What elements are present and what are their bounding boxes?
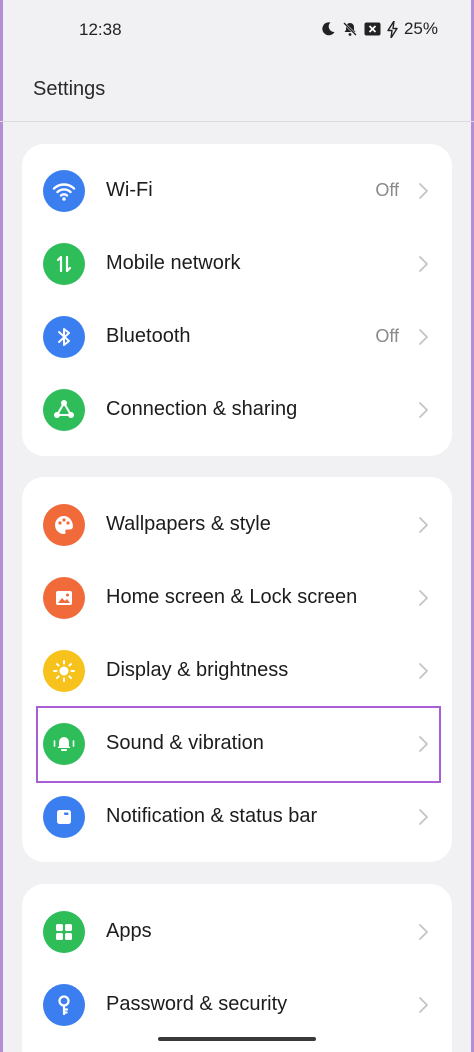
status-icons: 25% xyxy=(320,19,438,39)
settings-item-label: Password & security xyxy=(106,993,288,1015)
settings-item-home-lock-screen[interactable]: Home screen & Lock screen xyxy=(22,561,452,634)
settings-item-connection-sharing[interactable]: Connection & sharing xyxy=(22,373,452,446)
key-icon xyxy=(43,983,85,1026)
apps-grid-icon xyxy=(43,910,85,953)
x-box-icon xyxy=(364,22,381,36)
settings-item-label: Apps xyxy=(106,920,152,942)
bell-vibrate-icon xyxy=(43,722,85,765)
chevron-right-icon xyxy=(419,923,428,940)
wifi-icon xyxy=(43,169,85,212)
status-bar: 12:38 25% xyxy=(0,0,474,60)
settings-item-value: Off xyxy=(375,180,399,200)
chevron-right-icon xyxy=(419,996,428,1013)
home-indicator[interactable] xyxy=(158,1037,316,1041)
bluetooth-icon xyxy=(43,315,85,358)
moon-icon xyxy=(320,21,336,37)
chevron-right-icon xyxy=(419,516,428,533)
settings-item-label: Notification & status bar xyxy=(106,805,318,827)
settings-item-password-security[interactable]: Password & security xyxy=(22,968,452,1041)
settings-item-label: Home screen & Lock screen xyxy=(106,586,358,608)
settings-item-value: Off xyxy=(375,326,399,346)
chevron-right-icon xyxy=(419,255,428,272)
settings-item-mobile-network[interactable]: Mobile network xyxy=(22,227,452,300)
settings-item-label: Wallpapers & style xyxy=(106,513,271,535)
settings-item-label: Mobile network xyxy=(106,252,241,274)
settings-card-apps-security: Apps Password & security xyxy=(22,884,452,1052)
settings-item-wallpapers-style[interactable]: Wallpapers & style xyxy=(22,488,452,561)
chevron-right-icon xyxy=(419,735,428,752)
chevron-right-icon xyxy=(419,589,428,606)
settings-item-bluetooth[interactable]: Bluetooth Off xyxy=(22,300,452,373)
settings-item-label: Display & brightness xyxy=(106,659,289,681)
settings-item-sound-vibration[interactable]: Sound & vibration xyxy=(22,707,452,780)
settings-card-connectivity: Wi-Fi Off Mobile network Bluetooth Off C… xyxy=(22,144,452,456)
chevron-right-icon xyxy=(419,182,428,199)
settings-item-notification-status-bar[interactable]: Notification & status bar xyxy=(22,780,452,853)
settings-item-wifi[interactable]: Wi-Fi Off xyxy=(22,154,452,227)
sun-icon xyxy=(43,649,85,692)
bell-off-icon xyxy=(342,21,358,37)
page-title: Settings xyxy=(33,78,106,100)
connection-sharing-icon xyxy=(43,388,85,431)
mobile-network-icon xyxy=(43,242,85,285)
image-icon xyxy=(43,576,85,619)
chevron-right-icon xyxy=(419,328,428,345)
settings-item-apps[interactable]: Apps xyxy=(22,895,452,968)
settings-item-label: Wi-Fi xyxy=(106,179,153,201)
chevron-right-icon xyxy=(419,808,428,825)
charging-bolt-icon xyxy=(387,20,398,38)
battery-percentage: 25% xyxy=(403,19,438,38)
settings-item-label: Sound & vibration xyxy=(106,732,264,754)
chevron-right-icon xyxy=(419,401,428,418)
status-time: 12:38 xyxy=(79,20,122,39)
settings-item-label: Connection & sharing xyxy=(106,398,298,420)
header: Settings xyxy=(0,60,474,122)
palette-icon xyxy=(43,503,85,546)
settings-item-label: Bluetooth xyxy=(106,325,191,347)
chevron-right-icon xyxy=(419,662,428,679)
settings-item-display-brightness[interactable]: Display & brightness xyxy=(22,634,452,707)
notification-icon xyxy=(43,795,85,838)
settings-card-personalization: Wallpapers & style Home screen & Lock sc… xyxy=(22,477,452,862)
